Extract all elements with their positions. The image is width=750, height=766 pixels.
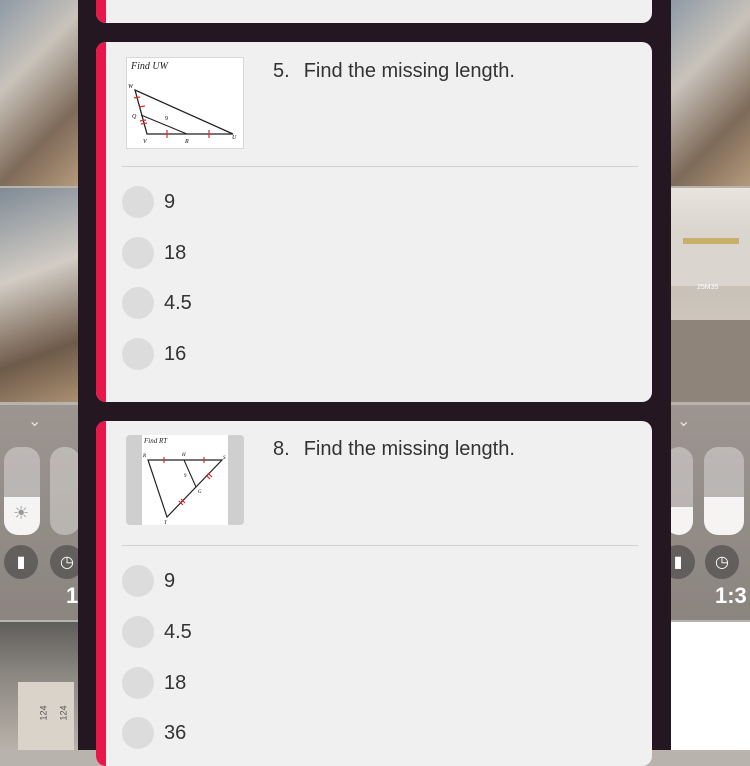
volume-slider[interactable] xyxy=(50,447,78,535)
table-value: 124 xyxy=(38,705,49,721)
control-center-right: ⌄ ▮ ◷ 1:3 xyxy=(671,405,750,620)
vertex-label-r: R xyxy=(184,139,189,145)
answer-option[interactable]: 18 xyxy=(122,236,186,270)
quiz-app: Find UW W Q 9 V R U 5. Find the missing l… xyxy=(78,0,671,766)
answer-option[interactable]: 36 xyxy=(122,716,186,750)
vertex-label-u: U xyxy=(232,135,237,141)
table-value: 124 xyxy=(58,705,69,721)
background-photo-right-middle: 25M35 xyxy=(671,188,750,402)
figure-paper: Find RT R H S 9 G T xyxy=(142,435,228,525)
question-number: 8. xyxy=(273,438,290,460)
previous-question-card xyxy=(96,0,652,23)
answer-label: 4.5 xyxy=(164,620,192,643)
timer-icon[interactable]: ◷ xyxy=(50,545,78,579)
segment-label: 9 xyxy=(165,116,168,122)
answer-option[interactable]: 9 xyxy=(122,564,175,598)
answer-option[interactable]: 4.5 xyxy=(122,286,192,320)
card-accent-bar xyxy=(96,0,106,23)
answer-label: 36 xyxy=(164,721,187,744)
radio-button[interactable] xyxy=(122,287,154,319)
flashlight-icon[interactable]: ▮ xyxy=(4,545,38,579)
vertex-label-t: T xyxy=(164,521,168,525)
control-center-time: 1:3 xyxy=(715,583,747,608)
question-card: Find UW W Q 9 V R U 5. Find the missing l… xyxy=(96,42,652,402)
answer-option[interactable]: 18 xyxy=(122,666,186,700)
question-prompt: 5. Find the missing length. xyxy=(273,60,515,83)
answer-label: 18 xyxy=(164,241,187,264)
answer-label: 9 xyxy=(164,190,176,213)
control-center-time: 1 xyxy=(66,583,78,608)
background-photo-left-middle xyxy=(0,188,78,402)
question-card: Find RT R H S 9 G T 8. Find the missing … xyxy=(96,421,652,766)
vertex-label-q: Q xyxy=(132,114,137,120)
question-text: Find the missing length. xyxy=(303,60,515,82)
projector-text: 25M35 xyxy=(697,284,719,291)
divider xyxy=(122,545,638,546)
vertex-label-w: W xyxy=(128,84,134,90)
sun-icon: ☀ xyxy=(13,503,30,523)
card-accent-bar xyxy=(96,421,106,766)
radio-button[interactable] xyxy=(122,616,154,648)
radio-button[interactable] xyxy=(122,667,154,699)
vertex-label-v: V xyxy=(143,139,148,145)
background-photo-left-bottom: 124 124 xyxy=(0,622,78,750)
vertex-label-r: R xyxy=(142,454,146,459)
vertex-label-s: S xyxy=(223,456,226,461)
radio-button[interactable] xyxy=(122,565,154,597)
brightness-slider-partial[interactable] xyxy=(671,447,693,535)
chevron-down-icon: ⌄ xyxy=(677,413,691,430)
answer-option[interactable]: 16 xyxy=(122,337,186,371)
vertex-label-h: H xyxy=(181,453,186,458)
volume-slider[interactable] xyxy=(704,447,744,535)
chevron-down-icon: ⌄ xyxy=(28,413,42,430)
background-photo-right-top xyxy=(671,0,750,186)
divider xyxy=(122,166,638,167)
flashlight-icon[interactable]: ▮ xyxy=(671,545,695,579)
answer-option[interactable]: 9 xyxy=(122,185,175,219)
question-prompt: 8. Find the missing length. xyxy=(273,438,515,461)
triangle-diagram: W Q 9 V R U xyxy=(128,84,237,145)
answer-label: 9 xyxy=(164,569,176,592)
radio-button[interactable] xyxy=(122,717,154,749)
vertex-label-g: G xyxy=(198,490,202,495)
radio-button[interactable] xyxy=(122,186,154,218)
answer-label: 16 xyxy=(164,342,187,365)
background-photo-left-top xyxy=(0,0,78,186)
card-accent-bar xyxy=(96,42,106,402)
triangle-diagram: R H S 9 G T xyxy=(142,453,226,525)
answer-option[interactable]: 4.5 xyxy=(122,615,192,649)
question-figure: Find RT R H S 9 G T xyxy=(126,435,244,525)
answer-label: 18 xyxy=(164,671,187,694)
radio-button[interactable] xyxy=(122,237,154,269)
background-white-corner xyxy=(671,622,750,750)
question-text: Find the missing length. xyxy=(303,438,515,460)
answer-label: 4.5 xyxy=(164,291,192,314)
question-number: 5. xyxy=(273,60,290,82)
timer-icon[interactable]: ◷ xyxy=(705,545,739,579)
question-figure: Find UW W Q 9 V R U xyxy=(126,57,244,149)
control-center-left: ⌄ ☀ ▮ ◷ 1 xyxy=(0,405,78,620)
segment-label: 9 xyxy=(184,474,187,479)
radio-button[interactable] xyxy=(122,338,154,370)
brightness-slider[interactable]: ☀ xyxy=(4,447,40,535)
